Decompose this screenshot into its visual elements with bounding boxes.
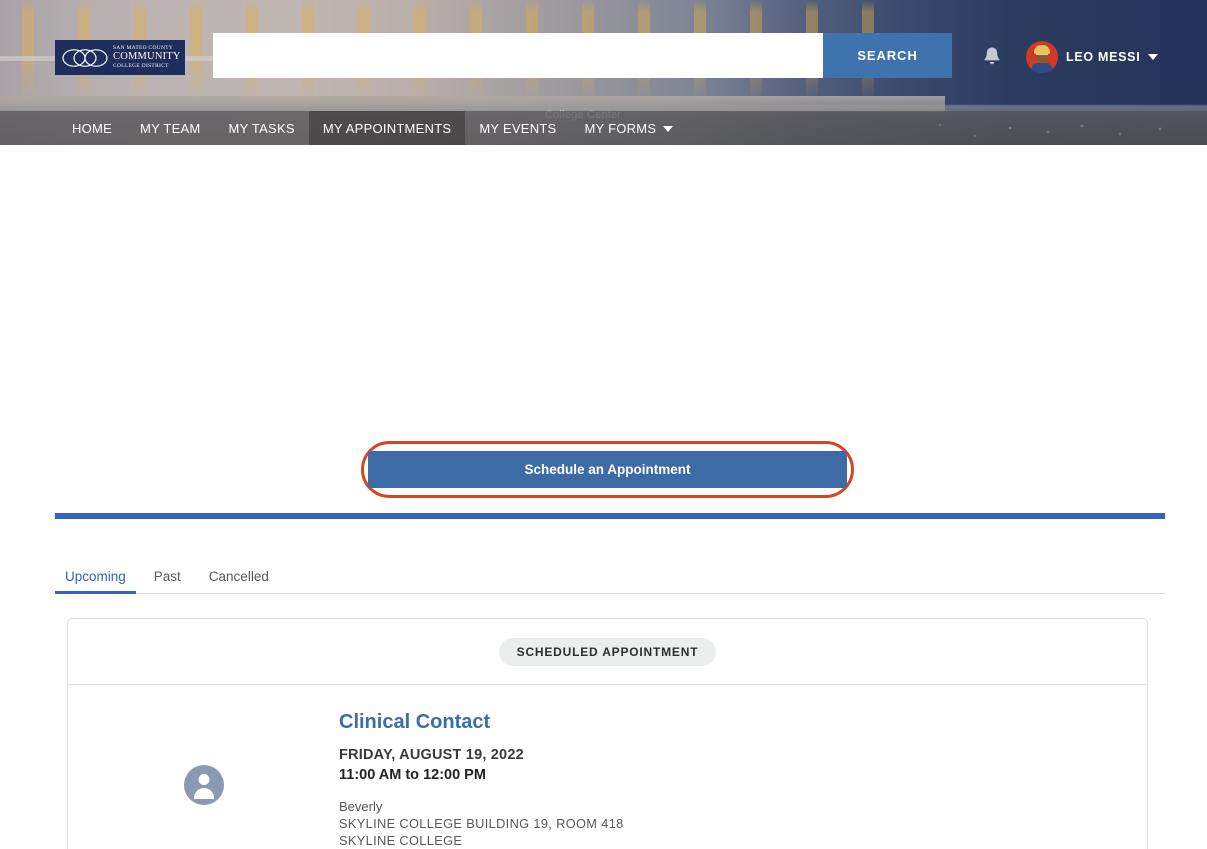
schedule-appointment-highlight: Schedule an Appointment xyxy=(361,441,854,498)
tab-cancelled[interactable]: Cancelled xyxy=(199,569,279,593)
appointment-location-line-1: SKYLINE COLLEGE BUILDING 19, ROOM 418 xyxy=(339,816,1147,831)
search-button[interactable]: SEARCH xyxy=(823,33,952,78)
chevron-down-icon xyxy=(663,126,673,132)
three-rings-icon xyxy=(62,48,108,68)
nav-item-label: MY EVENTS xyxy=(479,121,556,136)
user-menu[interactable]: LEO MESSI xyxy=(1026,41,1158,73)
nav-item-label: MY FORMS xyxy=(584,121,656,136)
chevron-down-icon[interactable] xyxy=(1148,54,1158,60)
avatar-hair xyxy=(1034,45,1050,54)
hero-building-ledge xyxy=(0,96,945,112)
nav-item-label: MY TEAM xyxy=(140,121,201,136)
nav-item-label: MY APPOINTMENTS xyxy=(323,121,451,136)
nav-leading-spacer xyxy=(0,111,58,145)
nav-item-home[interactable]: HOME xyxy=(58,111,126,145)
appointment-details: Clinical Contact FRIDAY, AUGUST 19, 2022… xyxy=(339,709,1147,849)
appointment-date: FRIDAY, AUGUST 19, 2022 xyxy=(339,747,1147,763)
avatar-beard xyxy=(1036,55,1048,63)
appointment-card-header: SCHEDULED APPOINTMENT xyxy=(68,619,1147,685)
tab-past[interactable]: Past xyxy=(144,569,191,593)
appointment-person: Beverly xyxy=(339,799,1147,814)
logo-line-2: COMMUNITY xyxy=(113,52,181,63)
avatar-body xyxy=(1032,63,1052,73)
logo-line-3: COLLEGE DISTRICT xyxy=(113,64,181,69)
nav-item-my-tasks[interactable]: MY TASKS xyxy=(215,111,309,145)
nav-item-my-forms[interactable]: MY FORMS xyxy=(570,111,687,145)
status-badge: SCHEDULED APPOINTMENT xyxy=(499,638,717,666)
search-input[interactable] xyxy=(213,33,823,78)
avatar xyxy=(1026,41,1058,73)
appointment-title[interactable]: Clinical Contact xyxy=(339,711,1147,734)
nav-item-label: HOME xyxy=(72,121,112,136)
section-divider-bar xyxy=(55,513,1165,519)
bell-icon[interactable] xyxy=(982,46,1002,68)
appointment-card: SCHEDULED APPOINTMENT Clinical Contact F… xyxy=(67,618,1148,849)
appointment-card-body: Clinical Contact FRIDAY, AUGUST 19, 2022… xyxy=(68,685,1147,849)
appointment-tabs: Upcoming Past Cancelled xyxy=(55,557,1165,594)
tab-upcoming[interactable]: Upcoming xyxy=(55,569,136,593)
nav-item-label: MY TASKS xyxy=(229,121,295,136)
schedule-appointment-button[interactable]: Schedule an Appointment xyxy=(368,451,847,488)
person-placeholder-icon xyxy=(184,765,224,805)
user-name: LEO MESSI xyxy=(1066,50,1140,64)
site-header: College Center SAN MATEO COUNTY COMMUNIT… xyxy=(0,0,1207,145)
appointment-avatar-column xyxy=(68,709,339,849)
nav-item-my-events[interactable]: MY EVENTS xyxy=(465,111,570,145)
nav-item-my-team[interactable]: MY TEAM xyxy=(126,111,215,145)
appointment-time: 11:00 AM to 12:00 PM xyxy=(339,767,1147,783)
appointment-location-line-2: SKYLINE COLLEGE xyxy=(339,833,1147,848)
main-navigation: HOME MY TEAM MY TASKS MY APPOINTMENTS MY… xyxy=(0,111,1207,145)
nav-item-my-appointments[interactable]: MY APPOINTMENTS xyxy=(309,111,465,145)
district-logo[interactable]: SAN MATEO COUNTY COMMUNITY COLLEGE DISTR… xyxy=(55,40,185,75)
